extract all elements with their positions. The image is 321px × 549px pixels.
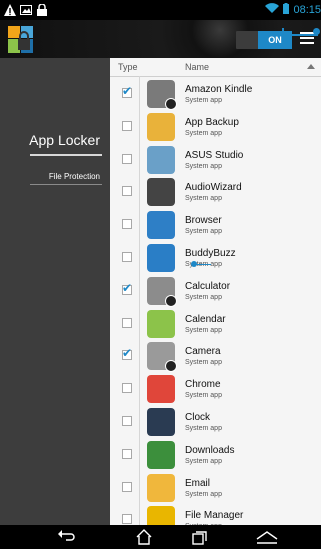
app-name: Email	[185, 477, 211, 489]
app-icon	[147, 276, 177, 307]
app-name: BuddyBuzz	[185, 248, 236, 259]
app-name: Chrome	[185, 379, 221, 391]
lock-checkbox[interactable]	[122, 481, 132, 492]
action-bar: ON	[0, 20, 321, 58]
list-header: Type Name	[110, 58, 321, 77]
app-icon	[147, 80, 177, 110]
app-list: Type Name Amazon KindleSystem appApp Bac…	[110, 58, 321, 525]
app-icon	[147, 506, 175, 525]
app-name: App Backup	[185, 116, 239, 128]
list-item[interactable]: Browser System app	[110, 210, 321, 241]
app-name: Clock	[185, 412, 211, 423]
list-item[interactable]: Downloads System app	[110, 440, 321, 471]
warning-icon	[4, 3, 16, 16]
app-type: System app	[185, 490, 222, 498]
recent-apps-icon[interactable]	[190, 529, 208, 545]
back-icon[interactable]	[58, 529, 76, 545]
lock-checkbox[interactable]	[122, 252, 132, 262]
app-icon	[147, 375, 175, 404]
app-icon	[147, 178, 175, 207]
list-item[interactable]: AudioWizard System app	[110, 177, 321, 208]
lock-checkbox[interactable]	[122, 186, 132, 197]
app-name: ASUS Studio	[185, 149, 244, 161]
app-icon	[147, 211, 175, 240]
menu-up-icon[interactable]	[256, 529, 278, 545]
lock-badge-icon	[165, 98, 177, 110]
column-type-header[interactable]: Type	[118, 62, 138, 72]
sort-arrow-icon[interactable]	[307, 64, 315, 69]
app-type: System app	[185, 326, 222, 334]
app-type: System app	[185, 293, 222, 301]
lock-checkbox[interactable]	[122, 219, 132, 230]
lock-checkbox[interactable]	[122, 84, 132, 98]
list-item[interactable]: CalculatorSystem app	[110, 276, 321, 307]
column-name-header[interactable]: Name	[185, 62, 209, 72]
clock-text: 08:15	[293, 4, 321, 16]
app-type: System app	[185, 392, 222, 400]
app-name: Amazon Kindle	[185, 84, 253, 95]
list-item[interactable]: Clock System app	[110, 407, 321, 438]
sidebar-item-app-locker[interactable]: App Locker	[29, 132, 100, 148]
lock-checkbox[interactable]	[122, 281, 132, 295]
app-icon	[147, 473, 175, 502]
list-item[interactable]: ASUS Studio System app	[110, 145, 321, 176]
app-icon	[147, 112, 175, 141]
list-item[interactable]: Calendar System app	[110, 309, 321, 340]
lock-checkbox[interactable]	[122, 383, 132, 394]
app-icon	[147, 408, 175, 436]
divider	[30, 184, 102, 185]
app-name: Downloads	[185, 444, 235, 456]
lock-checkbox[interactable]	[122, 448, 132, 459]
lock-checkbox[interactable]	[122, 416, 132, 426]
sidebar: App Locker File Protection	[0, 58, 110, 525]
callout-dot	[313, 28, 320, 35]
list-item[interactable]: Email System app	[110, 473, 321, 504]
navigation-bar	[0, 525, 321, 549]
app-name: Calendar	[185, 313, 226, 325]
app-name: Calculator	[185, 280, 231, 292]
app-type: System app	[185, 228, 222, 236]
lock-checkbox[interactable]	[122, 514, 132, 525]
lock-checkbox[interactable]	[122, 346, 132, 361]
status-bar: 08:15	[0, 0, 321, 20]
list-item[interactable]: BuddyBuzzSystem app	[110, 243, 321, 274]
app-name: Browser	[185, 215, 222, 227]
wifi-icon	[265, 3, 280, 17]
list-item[interactable]: Chrome System app	[110, 374, 321, 405]
app-type: System app	[185, 359, 222, 367]
app-name: Camera	[185, 346, 221, 358]
app-type: System app	[185, 195, 222, 203]
sidebar-item-file-protection[interactable]: File Protection	[49, 172, 100, 181]
battery-icon	[283, 3, 290, 17]
list-item[interactable]: CameraSystem app	[110, 341, 321, 373]
app-icon	[147, 244, 175, 272]
list-item[interactable]: Amazon Kindle System app	[110, 79, 321, 110]
lock-checkbox[interactable]	[122, 120, 132, 131]
callout-line	[195, 264, 211, 265]
app-icon	[147, 145, 175, 174]
app-name: File Manager	[185, 510, 244, 522]
app-name: AudioWizard	[185, 182, 242, 194]
callout-line	[282, 34, 318, 36]
list-item[interactable]: File ManagerSystem app	[110, 505, 321, 525]
lock-badge-icon	[165, 294, 177, 307]
app-type: System app	[185, 129, 222, 137]
selected-indicator	[30, 154, 102, 156]
lock-checkbox[interactable]	[122, 153, 132, 164]
lock-badge-icon	[165, 360, 177, 373]
list-item[interactable]: App Backup System app	[110, 112, 321, 143]
app-type: System app	[185, 162, 222, 170]
home-icon[interactable]	[135, 529, 153, 545]
app-icon	[147, 440, 175, 469]
app-locker-logo-icon	[8, 26, 34, 54]
lock-checkbox[interactable]	[122, 317, 132, 328]
app-type: System app	[185, 97, 222, 104]
app-type: System app	[185, 457, 222, 465]
app-icon	[147, 342, 177, 373]
lock-icon	[36, 3, 48, 16]
image-icon	[20, 3, 32, 15]
app-type: System app	[185, 425, 222, 432]
app-icon	[147, 309, 175, 338]
